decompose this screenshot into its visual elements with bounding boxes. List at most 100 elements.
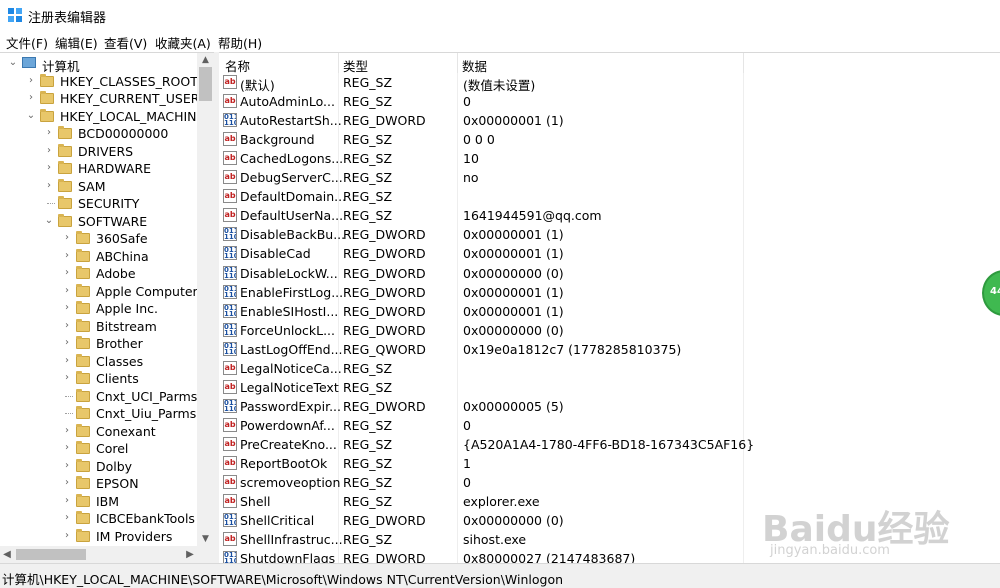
value-row[interactable]: 011110AutoRestartSh...REG_DWORD 0x0000000… xyxy=(219,111,1000,130)
scroll-up-arrow-icon[interactable]: ▲ xyxy=(197,53,214,67)
expand-arrow-closed-icon[interactable]: › xyxy=(62,477,72,489)
expand-arrow-closed-icon[interactable]: › xyxy=(62,355,72,367)
value-row[interactable]: ab LegalNoticeCa... REG_SZ xyxy=(219,359,1000,378)
expand-arrow-open-icon[interactable]: ⌄ xyxy=(26,110,36,122)
value-row[interactable]: ab scremoveoption REG_SZ 0 xyxy=(219,473,1000,492)
expand-arrow-closed-icon[interactable]: › xyxy=(62,425,72,437)
expand-arrow-closed-icon[interactable]: › xyxy=(62,232,72,244)
tree-item-label: BCD00000000 xyxy=(78,126,169,141)
string-value-icon: ab xyxy=(223,170,237,185)
value-row[interactable]: ab DefaultDomain... REG_SZ xyxy=(219,187,1000,206)
expand-arrow-closed-icon[interactable]: › xyxy=(26,75,36,87)
expand-arrow-closed-icon[interactable]: › xyxy=(26,92,36,104)
tree-item-label: SAM xyxy=(78,178,106,194)
value-row[interactable]: ab PreCreateKno... REG_SZ {A520A1A4-1780-4F… xyxy=(219,435,1000,454)
expand-arrow-closed-icon[interactable]: › xyxy=(62,442,72,454)
tree-item[interactable]: › DRIVERS xyxy=(0,143,197,161)
expand-arrow-closed-icon[interactable]: › xyxy=(62,267,72,279)
string-value-icon: ab xyxy=(223,456,237,470)
tree-item[interactable]: Cnxt_UCI_Parms xyxy=(0,388,197,406)
tree-item[interactable]: › SAM xyxy=(0,178,197,196)
folder-icon xyxy=(58,213,72,227)
tree-item-label: Brother xyxy=(96,336,143,351)
value-row[interactable]: 011110EnableFirstLog...REG_DWORD 0x000000… xyxy=(219,283,1000,302)
value-row[interactable]: 011110PasswordExpir...REG_DWORD 0x0000000… xyxy=(219,397,1000,416)
menu-favorites[interactable]: 收藏夹(A) xyxy=(155,33,211,52)
value-row[interactable]: 011110DisableBackBu...REG_DWORD 0x0000000… xyxy=(219,225,1000,244)
value-row[interactable]: ab CachedLogons... REG_SZ 10 xyxy=(219,149,1000,168)
expand-arrow-closed-icon[interactable]: › xyxy=(44,162,54,174)
tree-item[interactable]: › Apple Computer, xyxy=(0,283,197,301)
binary-value-icon: 011110 xyxy=(223,113,237,128)
expand-arrow-closed-icon[interactable]: › xyxy=(62,320,72,332)
menu-view[interactable]: 查看(V) xyxy=(104,33,147,52)
tree-item[interactable]: ⌄ 计算机 xyxy=(0,55,197,74)
expand-arrow-open-icon[interactable]: ⌄ xyxy=(8,57,18,69)
expand-arrow-closed-icon[interactable]: › xyxy=(62,337,72,349)
menu-edit[interactable]: 编辑(E) xyxy=(55,33,98,52)
value-row[interactable]: 011110LastLogOffEnd...REG_QWORD 0x19e0a18… xyxy=(219,340,1000,359)
expand-arrow-closed-icon[interactable]: › xyxy=(62,530,72,542)
expand-arrow-closed-icon[interactable]: › xyxy=(62,512,72,524)
column-separator[interactable] xyxy=(743,53,744,73)
scroll-down-arrow-icon[interactable]: ▼ xyxy=(197,532,214,546)
value-row[interactable]: 011110ForceUnlockL... REG_DWORD 0x00000000… xyxy=(219,321,1000,340)
value-row[interactable]: 011110DisableLockW... REG_DWORD 0x00000000… xyxy=(219,264,1000,283)
value-row[interactable]: 011110EnableSIHostI...REG_DWORD 0x0000000… xyxy=(219,302,1000,321)
value-row[interactable]: ab (默认) REG_SZ (数值未设置) xyxy=(219,73,1000,93)
tree-item[interactable]: ⌄ HKEY_LOCAL_MACHINE xyxy=(0,108,197,126)
tree-item[interactable]: › EPSON xyxy=(0,475,197,493)
expand-arrow-closed-icon[interactable]: › xyxy=(62,250,72,262)
tree-item[interactable]: › Bitstream xyxy=(0,318,197,336)
scroll-right-arrow-icon[interactable]: ▶ xyxy=(183,546,197,563)
tree-item[interactable]: › Clients xyxy=(0,370,197,388)
column-separator[interactable] xyxy=(457,53,458,73)
tree-item[interactable]: › Apple Inc. xyxy=(0,300,197,318)
expand-arrow-closed-icon[interactable]: › xyxy=(62,302,72,314)
tree-item[interactable]: › Classes xyxy=(0,353,197,371)
tree-vertical-scrollbar[interactable]: ▲ ▼ xyxy=(197,53,214,546)
menu-file[interactable]: 文件(F) xyxy=(6,33,48,52)
tree-item[interactable]: › ABChina xyxy=(0,248,197,266)
value-row[interactable]: ab Background REG_SZ 0 0 0 xyxy=(219,130,1000,149)
tree-item[interactable]: › Dolby xyxy=(0,458,197,476)
scroll-left-arrow-icon[interactable]: ◀ xyxy=(0,546,14,563)
menu-help[interactable]: 帮助(H) xyxy=(218,33,262,52)
value-row[interactable]: ab AutoAdminLo... REG_SZ 0 xyxy=(219,92,1000,111)
tree-item[interactable]: › HARDWARE xyxy=(0,160,197,178)
value-row[interactable]: ab ReportBootOk REG_SZ 1 xyxy=(219,454,1000,473)
column-separator[interactable] xyxy=(338,53,339,73)
expand-arrow-closed-icon[interactable]: › xyxy=(62,285,72,297)
tree-item[interactable]: › Brother xyxy=(0,335,197,353)
tree-item[interactable]: SECURITY xyxy=(0,195,197,213)
tree-item[interactable]: › BCD00000000 xyxy=(0,125,197,143)
value-row[interactable]: ab DefaultUserNa... REG_SZ 1641944591@qq.co… xyxy=(219,206,1000,225)
tree-horizontal-scrollbar[interactable]: ◀ ▶ xyxy=(0,546,197,563)
tree-item[interactable]: ⌄ SOFTWARE xyxy=(0,213,197,231)
expand-arrow-closed-icon[interactable]: › xyxy=(62,495,72,507)
expand-arrow-closed-icon[interactable]: › xyxy=(44,145,54,157)
folder-icon xyxy=(76,476,90,489)
tree-item[interactable]: › IBM xyxy=(0,493,197,511)
expand-arrow-open-icon[interactable]: ⌄ xyxy=(44,215,54,227)
value-row[interactable]: 011110DisableCad REG_DWORD 0x00000001 (1) xyxy=(219,244,1000,263)
tree-item-label: Cnxt_Uiu_Parms xyxy=(96,406,197,421)
value-row[interactable]: ab DebugServerC... REG_SZ no xyxy=(219,168,1000,187)
tree-item[interactable]: Cnxt_Uiu_Parms xyxy=(0,405,197,423)
expand-arrow-closed-icon[interactable]: › xyxy=(44,180,54,192)
scroll-thumb[interactable] xyxy=(199,67,212,101)
tree-item[interactable]: › Corel xyxy=(0,440,197,458)
value-row[interactable]: ab LegalNoticeText REG_SZ xyxy=(219,378,1000,397)
scroll-thumb[interactable] xyxy=(16,549,86,560)
tree-item[interactable]: › ICBCEbankTools xyxy=(0,510,197,528)
tree-item[interactable]: › Conexant xyxy=(0,423,197,441)
expand-arrow-closed-icon[interactable]: › xyxy=(44,127,54,139)
tree-item[interactable]: › 360Safe xyxy=(0,230,197,248)
tree-item[interactable]: › HKEY_CLASSES_ROOT xyxy=(0,73,197,91)
expand-arrow-closed-icon[interactable]: › xyxy=(62,372,72,384)
expand-arrow-closed-icon[interactable]: › xyxy=(62,460,72,472)
tree-item[interactable]: › HKEY_CURRENT_USER xyxy=(0,90,197,108)
tree-item[interactable]: › IM Providers xyxy=(0,528,197,546)
value-row[interactable]: ab PowerdownAf... REG_SZ 0 xyxy=(219,416,1000,435)
tree-item[interactable]: › Adobe xyxy=(0,265,197,283)
